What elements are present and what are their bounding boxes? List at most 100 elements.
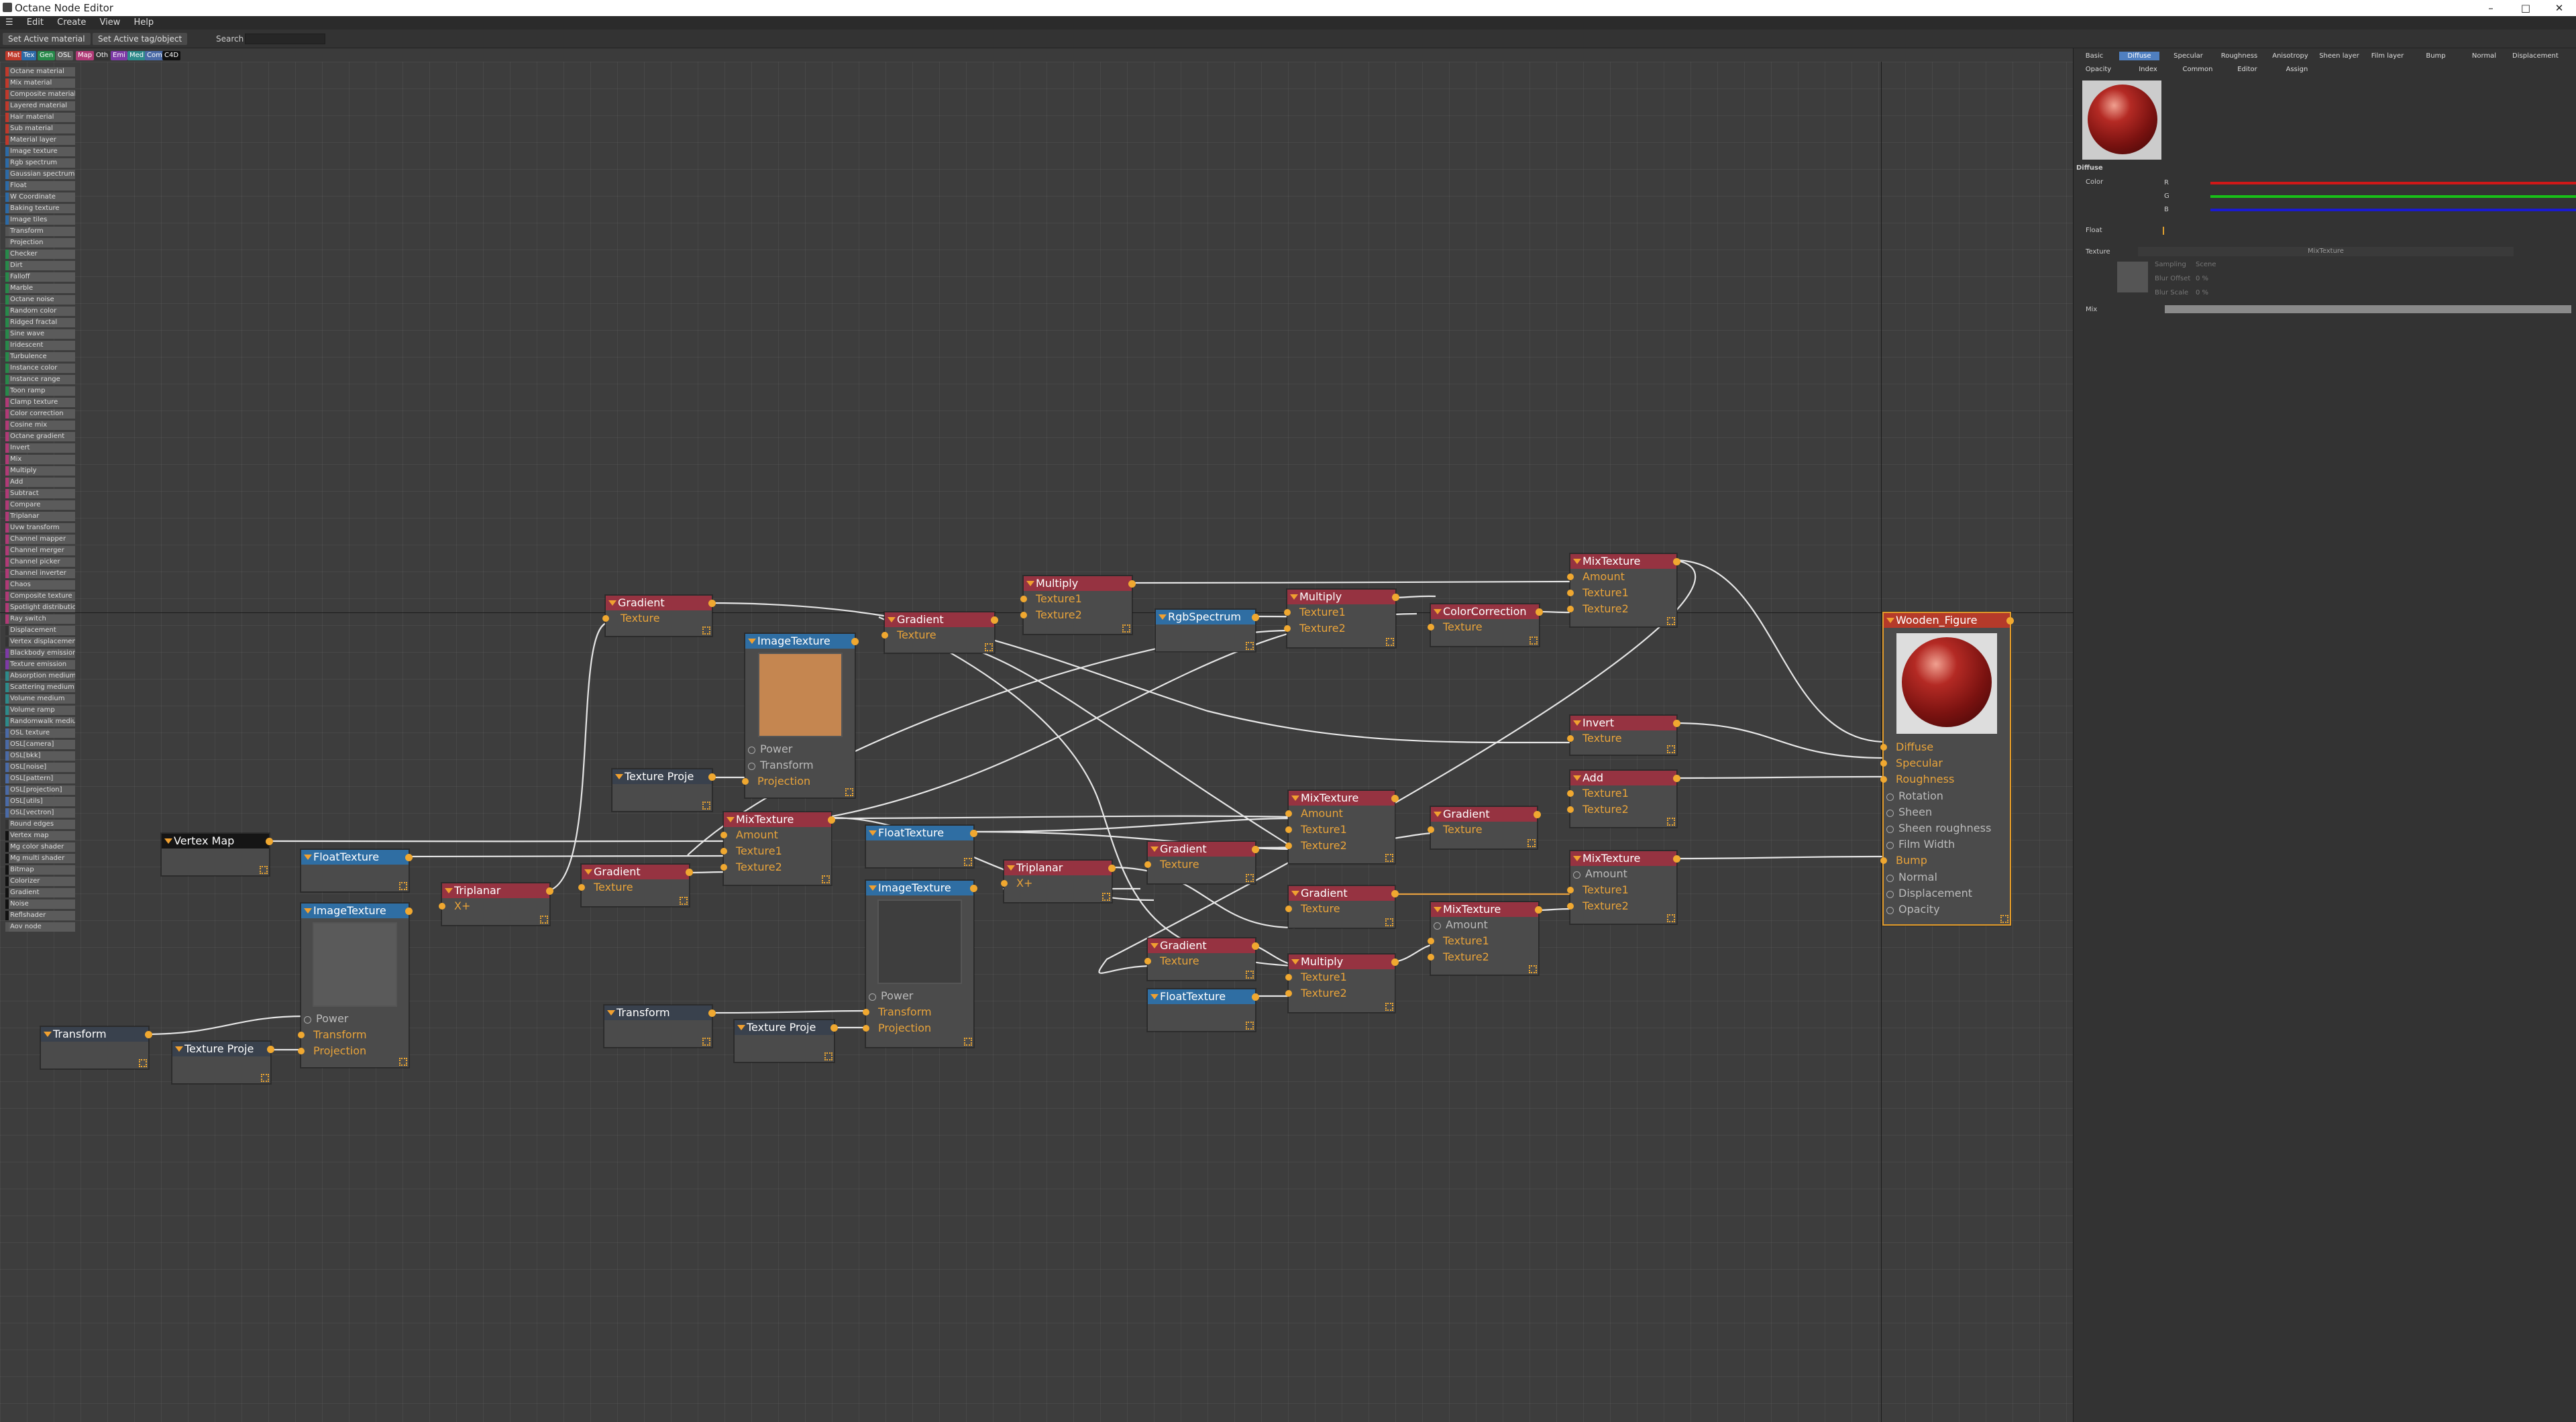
palette-item[interactable]: Gaussian spectrum — [5, 170, 75, 179]
pin-texture1[interactable]: Texture1 — [1428, 933, 1538, 949]
pin-texture1[interactable]: Texture1 — [1567, 585, 1676, 601]
mix-slider[interactable] — [2165, 305, 2571, 313]
filter-c4d[interactable]: C4D — [162, 51, 181, 60]
resize-handle[interactable] — [1667, 745, 1675, 753]
output-port[interactable] — [686, 869, 693, 876]
node-gradient-4[interactable]: Gradient Texture — [578, 864, 693, 907]
palette-item[interactable]: Channel merger — [5, 546, 75, 555]
pin-sheen[interactable]: Sheen — [1884, 804, 2010, 820]
palette-item[interactable]: Composite material — [5, 90, 75, 99]
pin-power[interactable]: Power — [745, 741, 855, 757]
palette-item[interactable]: Dirt — [5, 261, 75, 270]
palette-item[interactable]: Volume medium — [5, 694, 75, 704]
set-active-material-button[interactable]: Set Active material — [3, 33, 91, 45]
filter-med[interactable]: Med — [127, 51, 146, 60]
filter-oth[interactable]: Oth — [94, 51, 111, 60]
node-multiply-1[interactable]: Multiply Texture1 Texture2 — [1020, 576, 1136, 635]
pin-texture2[interactable]: Texture2 — [1567, 802, 1676, 818]
node-invert[interactable]: Invert Texture — [1567, 715, 1680, 755]
filter-gen[interactable]: Gen — [38, 51, 56, 60]
node-transform-1[interactable]: Transform — [40, 1026, 152, 1069]
resize-handle[interactable] — [1385, 854, 1393, 862]
blue-slider[interactable] — [2210, 209, 2576, 211]
pin-texture[interactable]: Texture — [602, 610, 712, 626]
resize-handle[interactable] — [702, 802, 710, 810]
palette-item[interactable]: OSL texture — [5, 728, 75, 738]
resize-handle[interactable] — [1122, 624, 1130, 633]
output-port[interactable] — [546, 887, 553, 895]
maximize-button[interactable]: □ — [2509, 0, 2542, 16]
pin-texture1[interactable]: Texture1 — [1285, 822, 1395, 838]
palette-item[interactable]: Displacement — [5, 626, 75, 635]
node-gradient-1[interactable]: Gradient Texture — [602, 595, 716, 637]
node-floattexture-1[interactable]: FloatTexture — [301, 849, 413, 892]
node-texture-projection-3[interactable]: Texture Proje — [734, 1020, 838, 1062]
output-port[interactable] — [1535, 906, 1542, 914]
palette-item[interactable]: Channel mapper — [5, 535, 75, 544]
output-port[interactable] — [970, 830, 977, 837]
pin-texture1[interactable]: Texture1 — [1567, 785, 1676, 802]
resize-handle[interactable] — [702, 626, 710, 635]
output-port[interactable] — [1673, 720, 1680, 727]
palette-item[interactable]: Transform — [5, 227, 75, 236]
output-port[interactable] — [1673, 855, 1680, 863]
palette-item[interactable]: Gradient — [5, 888, 75, 897]
pin-texture2[interactable]: Texture2 — [1285, 838, 1395, 854]
output-port[interactable] — [991, 616, 998, 624]
pin-specular[interactable]: Specular — [1880, 755, 2010, 771]
palette-item[interactable]: OSL[utils] — [5, 797, 75, 806]
palette-item[interactable]: Ray switch — [5, 614, 75, 624]
resize-handle[interactable] — [1529, 965, 1537, 973]
output-port[interactable] — [828, 816, 835, 824]
palette-item[interactable]: Texture emission — [5, 660, 75, 669]
pin-texture[interactable]: Texture — [881, 627, 994, 643]
tab-sheen-layer[interactable]: Sheen layer — [2319, 52, 2359, 60]
palette-item[interactable]: OSL[camera] — [5, 740, 75, 749]
pin-bump[interactable]: Bump — [1880, 853, 2010, 869]
palette-item[interactable]: Channel inverter — [5, 569, 75, 578]
palette-item[interactable]: Octane noise — [5, 295, 75, 305]
output-port[interactable] — [1391, 959, 1399, 966]
pin-amount[interactable]: Amount — [1567, 569, 1676, 585]
filter-com[interactable]: Com — [145, 51, 164, 60]
palette-item[interactable]: Mg multi shader — [5, 854, 75, 863]
palette-item[interactable]: Falloff — [5, 272, 75, 282]
palette-item[interactable]: Toon ramp — [5, 386, 75, 396]
palette-item[interactable]: Colorizer — [5, 877, 75, 886]
output-port[interactable] — [1673, 775, 1680, 782]
palette-item[interactable]: Hair material — [5, 113, 75, 122]
pin-projection[interactable]: Projection — [298, 1043, 409, 1059]
output-port[interactable] — [1252, 942, 1259, 950]
palette-item[interactable]: Cosine mix — [5, 421, 75, 430]
node-triplanar-2[interactable]: Triplanar X+ — [1001, 860, 1116, 903]
output-port[interactable] — [1391, 795, 1399, 802]
palette-item[interactable]: Checker — [5, 250, 75, 259]
resize-handle[interactable] — [1527, 839, 1536, 847]
resize-handle[interactable] — [824, 1052, 833, 1060]
output-port[interactable] — [1673, 558, 1680, 565]
palette-item[interactable]: Absorption medium — [5, 671, 75, 681]
pin-texture1[interactable]: Texture1 — [1020, 591, 1132, 607]
pin-projection[interactable]: Projection — [863, 1020, 973, 1036]
pin-xplus[interactable]: X+ — [1001, 875, 1112, 891]
tab-basic[interactable]: Basic — [2078, 52, 2111, 60]
resize-handle[interactable] — [1385, 1003, 1393, 1011]
output-port[interactable] — [830, 1024, 838, 1032]
resize-handle[interactable] — [1667, 818, 1675, 826]
palette-item[interactable]: OSL[noise] — [5, 763, 75, 772]
palette-item[interactable]: Sine wave — [5, 329, 75, 339]
node-gradient-2[interactable]: Gradient Texture — [881, 612, 998, 653]
pin-texture[interactable]: Texture — [1567, 730, 1676, 747]
output-port[interactable] — [405, 854, 413, 861]
node-gradient-3[interactable]: Gradient Texture — [1428, 806, 1541, 849]
texture-field[interactable]: MixTexture — [2138, 247, 2514, 256]
node-mixtexture-4[interactable]: MixTexture Amount Texture1 Texture2 — [720, 812, 835, 885]
output-port[interactable] — [851, 638, 859, 645]
palette-item[interactable]: Multiply — [5, 466, 75, 476]
resize-handle[interactable] — [985, 643, 993, 651]
tab-roughness[interactable]: Roughness — [2217, 52, 2261, 60]
node-colorcorrection[interactable]: ColorCorrection Texture — [1428, 604, 1543, 647]
pin-amount[interactable]: Amount — [1285, 806, 1395, 822]
pin-texture2[interactable]: Texture2 — [1567, 898, 1676, 914]
resize-handle[interactable] — [1385, 918, 1393, 926]
